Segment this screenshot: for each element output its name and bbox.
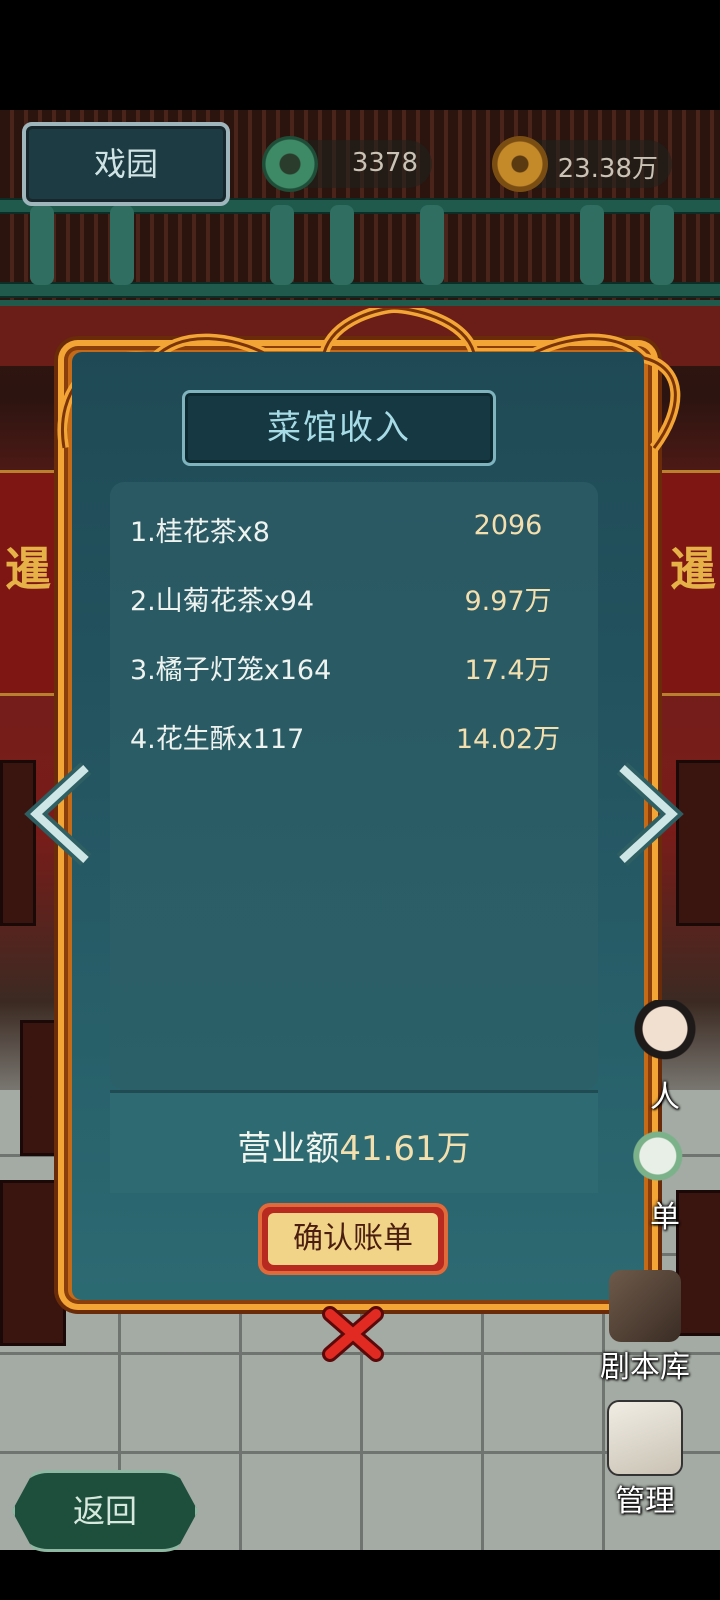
item-amount: 17.4万 — [464, 655, 552, 686]
total-value: 41.61万 — [339, 1129, 471, 1169]
side-menu-menu-label: 单 — [650, 1200, 680, 1235]
confirm-bill-label: 确认账单 — [268, 1213, 438, 1265]
chair — [0, 1180, 66, 1346]
total-section: 营业额41.61万 — [110, 1090, 598, 1193]
income-list: 1.桂花茶x8 2096 2.山菊花茶x94 9.97万 3.橘子灯笼x164 … — [110, 482, 598, 1090]
script-book-icon — [609, 1270, 681, 1342]
list-item: 3.橘子灯笼x164 17.4万 — [130, 648, 578, 688]
jade-value: 3378 — [351, 148, 418, 178]
item-name: 3.橘子灯笼x164 — [130, 655, 332, 686]
left-banner: 暹 — [0, 470, 66, 696]
baluster — [110, 205, 134, 285]
side-menu-manage[interactable]: 管理 — [590, 1400, 700, 1520]
item-name: 1.桂花茶x8 — [130, 517, 270, 548]
revenue-total: 营业额41.61万 — [110, 1121, 598, 1170]
teacup-icon — [629, 1120, 701, 1192]
baluster — [650, 205, 674, 285]
side-menu-menu[interactable]: 单 — [610, 1120, 720, 1236]
chevron-right-icon[interactable] — [614, 762, 684, 866]
chevron-left-icon[interactable] — [24, 762, 94, 866]
close-icon[interactable] — [318, 1304, 388, 1364]
confirm-bill-button[interactable]: 确认账单 — [258, 1203, 448, 1275]
side-menu-actors-label: 人 — [650, 1080, 680, 1115]
item-name: 2.山菊花茶x94 — [130, 586, 315, 617]
dialog-title: 菜馆收入 — [267, 408, 411, 448]
jade-currency: 3378 — [262, 136, 432, 192]
jade-coin-icon — [262, 136, 318, 192]
balcony-rail-bottom — [0, 282, 720, 298]
side-menu-script-library[interactable]: 剧本库 — [580, 1270, 710, 1386]
venue-button[interactable]: 戏园 — [22, 122, 230, 206]
copper-coin-icon — [492, 136, 548, 192]
item-amount: 2096 — [473, 510, 543, 541]
item-amount: 9.97万 — [464, 586, 552, 617]
coin-value: 23.38万 — [557, 154, 658, 184]
side-menu-script-library-label: 剧本库 — [600, 1350, 690, 1385]
baluster — [580, 205, 604, 285]
item-amount: 14.02万 — [455, 724, 561, 755]
list-item: 2.山菊花茶x94 9.97万 — [130, 579, 578, 619]
baluster — [330, 205, 354, 285]
document-pen-icon — [607, 1400, 683, 1476]
list-item: 4.花生酥x117 14.02万 — [130, 717, 578, 757]
back-label: 返回 — [72, 1492, 137, 1530]
copper-currency: 23.38万 — [492, 136, 672, 192]
baluster — [420, 205, 444, 285]
venue-label: 戏园 — [93, 145, 158, 183]
baluster — [270, 205, 294, 285]
dialog-title-plate: 菜馆收入 — [182, 390, 496, 466]
back-button[interactable]: 返回 — [12, 1470, 198, 1552]
side-menu-manage-label: 管理 — [615, 1484, 675, 1519]
list-item: 1.桂花茶x8 2096 — [130, 510, 578, 550]
actor-portrait-icon — [629, 1000, 701, 1072]
baluster — [30, 205, 54, 285]
item-name: 4.花生酥x117 — [130, 724, 305, 755]
side-menu-actors[interactable]: 人 — [610, 1000, 720, 1116]
total-label: 营业额 — [237, 1129, 340, 1169]
right-banner: 暹 — [655, 470, 720, 696]
